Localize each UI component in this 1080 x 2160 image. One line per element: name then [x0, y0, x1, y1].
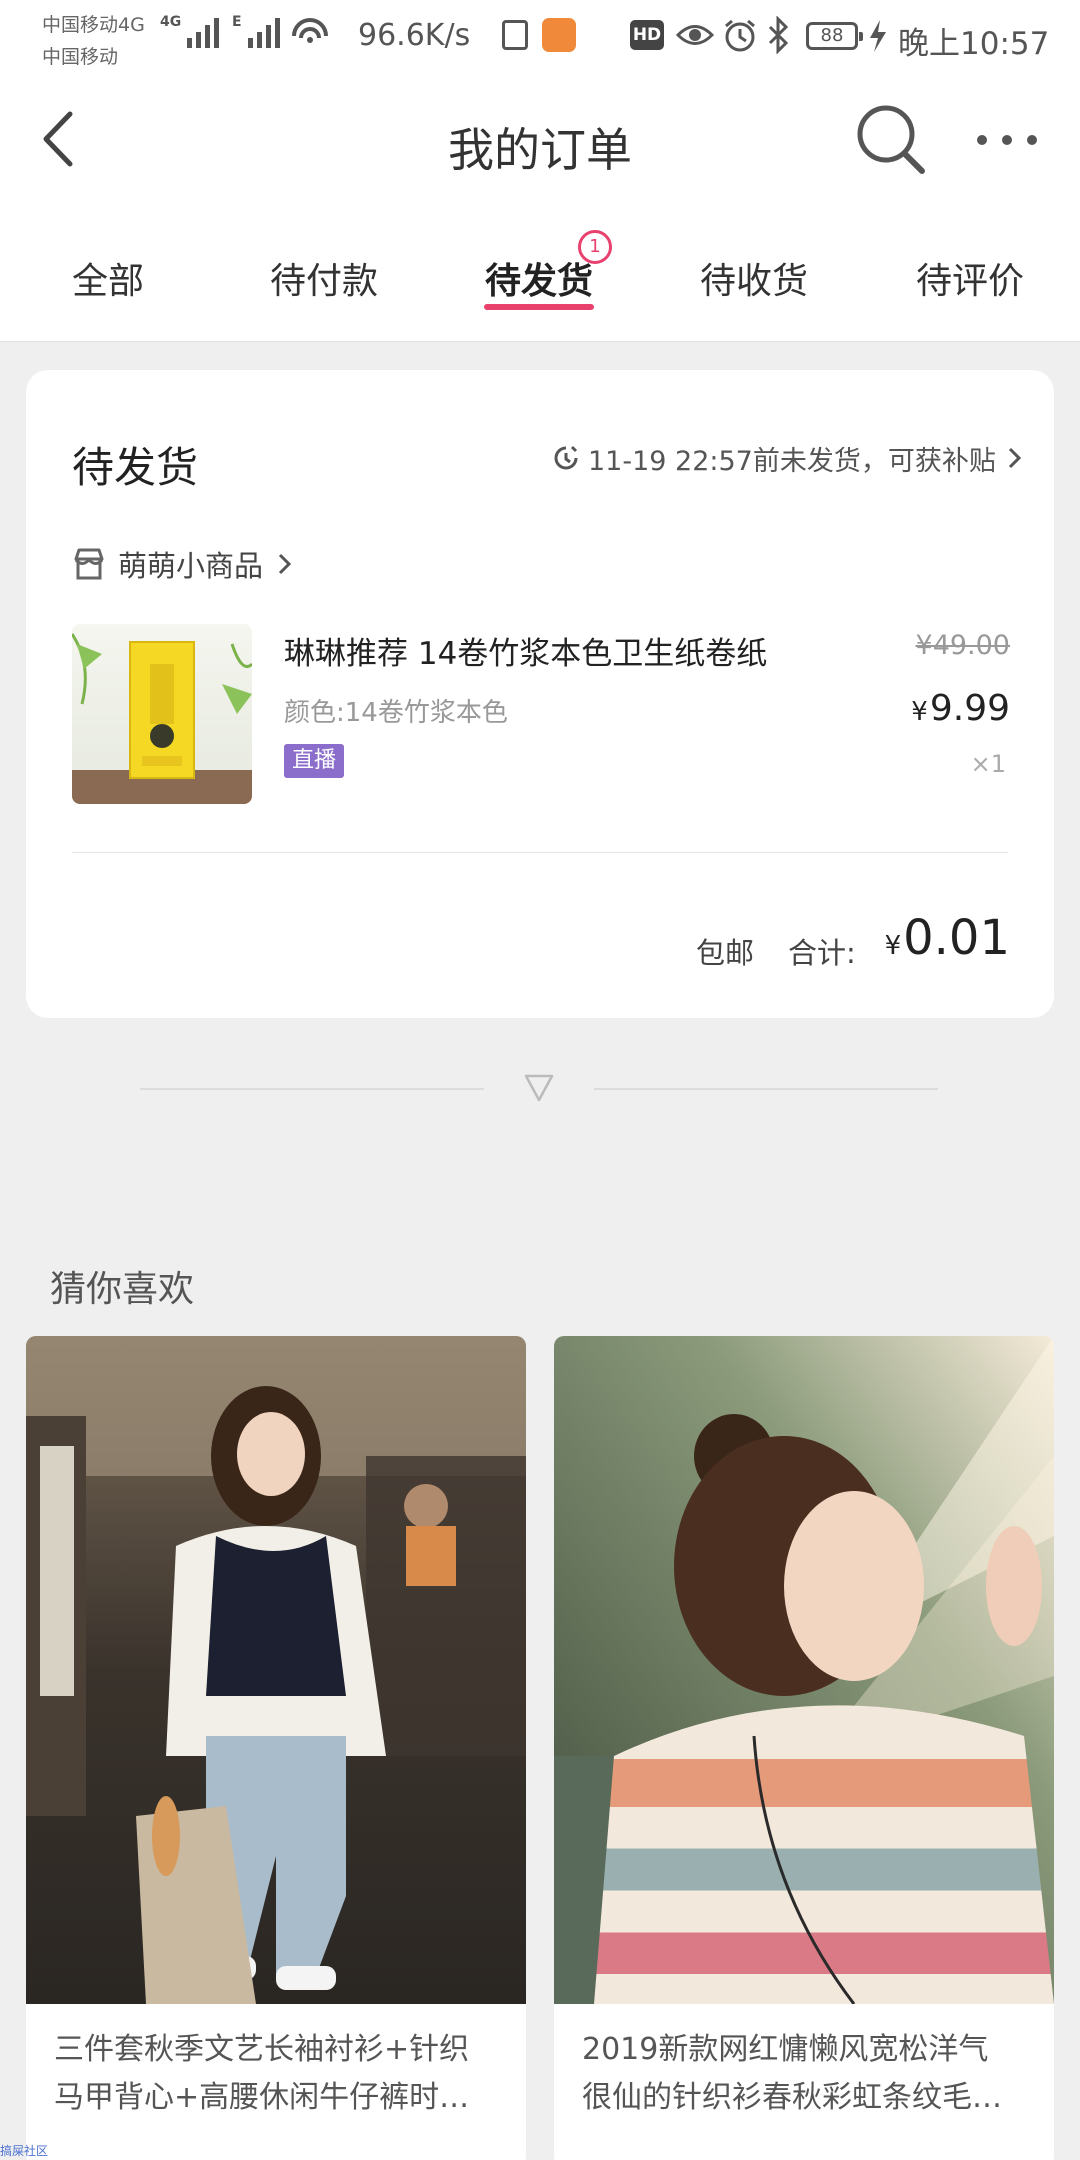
hd-icon: HD: [630, 20, 664, 50]
recommend-name[interactable]: 2019新款网红慵懒风宽松洋气 很仙的针织衫春秋彩虹条纹毛…: [582, 2026, 1030, 2122]
wifi-icon: [292, 18, 328, 43]
divider-line: [140, 1088, 484, 1090]
order-card[interactable]: 待发货 11-19 22:57前未发货，可获补贴 萌萌小商品 琳琳推荐 14卷竹…: [26, 370, 1054, 1018]
order-tabs: 全部 待付款 待发货 待收货 待评价: [0, 210, 1080, 342]
recommend-card[interactable]: 三件套秋季文艺长袖衬衫+针织 马甲背心+高腰休闲牛仔裤时…: [26, 1336, 526, 2160]
recommend-image[interactable]: [26, 1336, 526, 2004]
shop-icon: [74, 548, 104, 580]
carrier-2: 中国移动: [42, 46, 119, 68]
signal-icon: E: [232, 14, 280, 48]
shipping-subsidy-text: 11-19 22:57前未发货，可获补贴: [588, 445, 996, 477]
active-tab-indicator: [484, 304, 594, 310]
tab-all[interactable]: 全部: [28, 252, 188, 304]
alarm-icon: [725, 19, 755, 52]
chevron-right-icon: [278, 553, 292, 575]
quantity: ×1: [970, 750, 1006, 778]
document-icon: [502, 20, 528, 50]
recommend-name[interactable]: 三件套秋季文艺长袖衬衫+针织 马甲背心+高腰休闲牛仔裤时…: [54, 2026, 502, 2122]
carrier-1: 中国移动4G: [42, 14, 145, 36]
mi-app-icon: [542, 18, 576, 52]
original-price: ¥49.00: [915, 630, 1010, 661]
product-image[interactable]: [72, 624, 252, 804]
charging-icon: [870, 20, 886, 52]
eye-icon: [676, 25, 714, 45]
battery-icon: 88: [806, 22, 863, 50]
chevron-right-icon: [1008, 447, 1021, 469]
search-icon[interactable]: [850, 100, 930, 180]
order-total: ¥0.01: [885, 910, 1010, 966]
divider-line: [594, 1088, 938, 1090]
back-icon[interactable]: [30, 104, 90, 174]
total-label: 合计:: [788, 936, 856, 970]
recommend-image[interactable]: [554, 1336, 1054, 2004]
recommend-name-line2: 很仙的针织衫春秋彩虹条纹毛…: [582, 2080, 1002, 2115]
nav-bar: 我的订单: [0, 70, 1080, 210]
shipping-label: 包邮: [696, 936, 755, 970]
product-name[interactable]: 琳琳推荐 14卷竹浆本色卫生纸卷纸: [284, 628, 767, 673]
order-status: 待发货: [72, 443, 199, 492]
shipping-subsidy-link[interactable]: 11-19 22:57前未发货，可获补贴: [552, 438, 1024, 478]
clock-icon: [554, 445, 578, 470]
sale-price: ¥9.99: [911, 688, 1010, 729]
status-bar: 中国移动4G 中国移动 4G E 96.6K/s HD 88 晚上10:57: [0, 0, 1080, 70]
triangle-down-icon: [524, 1074, 554, 1102]
recommend-name-line1: 三件套秋季文艺长袖衬衫+针织: [54, 2032, 470, 2067]
watermark: 搞屎社区: [0, 2144, 49, 2158]
tab-badge: 1: [578, 230, 612, 264]
net-speed: 96.6K/s: [358, 18, 471, 53]
clock: 晚上10:57: [898, 26, 1050, 62]
sale-price-value: 9.99: [929, 688, 1010, 729]
card-divider: [72, 852, 1008, 853]
live-tag: 直播: [284, 744, 345, 778]
recommend-title: 猜你喜欢: [50, 1269, 195, 1310]
signal-icon: 4G: [160, 14, 220, 48]
recommend-name-line1: 2019新款网红慵懒风宽松洋气: [582, 2032, 989, 2067]
shop-name: 萌萌小商品: [118, 549, 264, 583]
bluetooth-icon: [768, 16, 789, 54]
currency-symbol: ¥: [884, 931, 902, 961]
more-icon[interactable]: [972, 120, 1042, 160]
shop-link[interactable]: 萌萌小商品: [72, 542, 293, 586]
product-spec: 颜色:14卷竹浆本色: [284, 698, 508, 728]
order-total-value: 0.01: [903, 910, 1010, 966]
recommend-name-line2: 马甲背心+高腰休闲牛仔裤时…: [54, 2080, 470, 2115]
recommend-card[interactable]: 2019新款网红慵懒风宽松洋气 很仙的针织衫春秋彩虹条纹毛…: [554, 1336, 1054, 2160]
tab-pending-review[interactable]: 待评价: [890, 252, 1050, 304]
currency-symbol: ¥: [911, 697, 928, 727]
tab-pending-payment[interactable]: 待付款: [244, 252, 404, 304]
tab-pending-receipt[interactable]: 待收货: [674, 252, 834, 304]
